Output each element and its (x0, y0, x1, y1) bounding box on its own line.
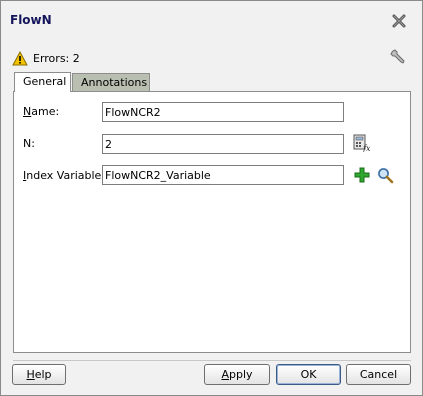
apply-button[interactable]: Apply (204, 364, 270, 385)
browse-variable-button[interactable] (377, 167, 395, 185)
wrench-button[interactable] (390, 48, 410, 68)
close-button[interactable] (389, 11, 409, 31)
name-label: Name: (23, 105, 60, 118)
error-status: Errors: 2 (12, 49, 80, 67)
warning-icon (12, 50, 28, 65)
help-button[interactable]: Help (12, 364, 66, 385)
expression-builder-icon: fx (353, 134, 371, 153)
svg-text:fx: fx (362, 144, 371, 152)
cancel-button[interactable]: Cancel (346, 364, 411, 385)
expression-builder-button[interactable]: fx (353, 134, 371, 153)
plus-icon (354, 167, 370, 183)
tab-general[interactable]: General (14, 72, 71, 92)
index-variable-field[interactable] (102, 165, 344, 185)
button-separator (13, 360, 411, 361)
general-panel (13, 91, 411, 353)
add-variable-button[interactable] (354, 167, 372, 185)
name-field[interactable] (102, 102, 344, 122)
n-field[interactable] (102, 134, 344, 154)
tab-annotations[interactable]: Annotations (72, 73, 150, 92)
ok-button[interactable]: OK (276, 364, 341, 385)
flown-dialog: FlowN Errors: 2 General Annotations Name… (0, 0, 423, 396)
close-x-icon (392, 14, 406, 28)
search-icon (378, 168, 394, 184)
index-variable-label: Index Variable: (23, 169, 106, 182)
dialog-title: FlowN (10, 13, 52, 27)
n-label: N: (23, 137, 35, 150)
wrench-icon (390, 49, 405, 64)
errors-count: Errors: 2 (33, 51, 80, 65)
